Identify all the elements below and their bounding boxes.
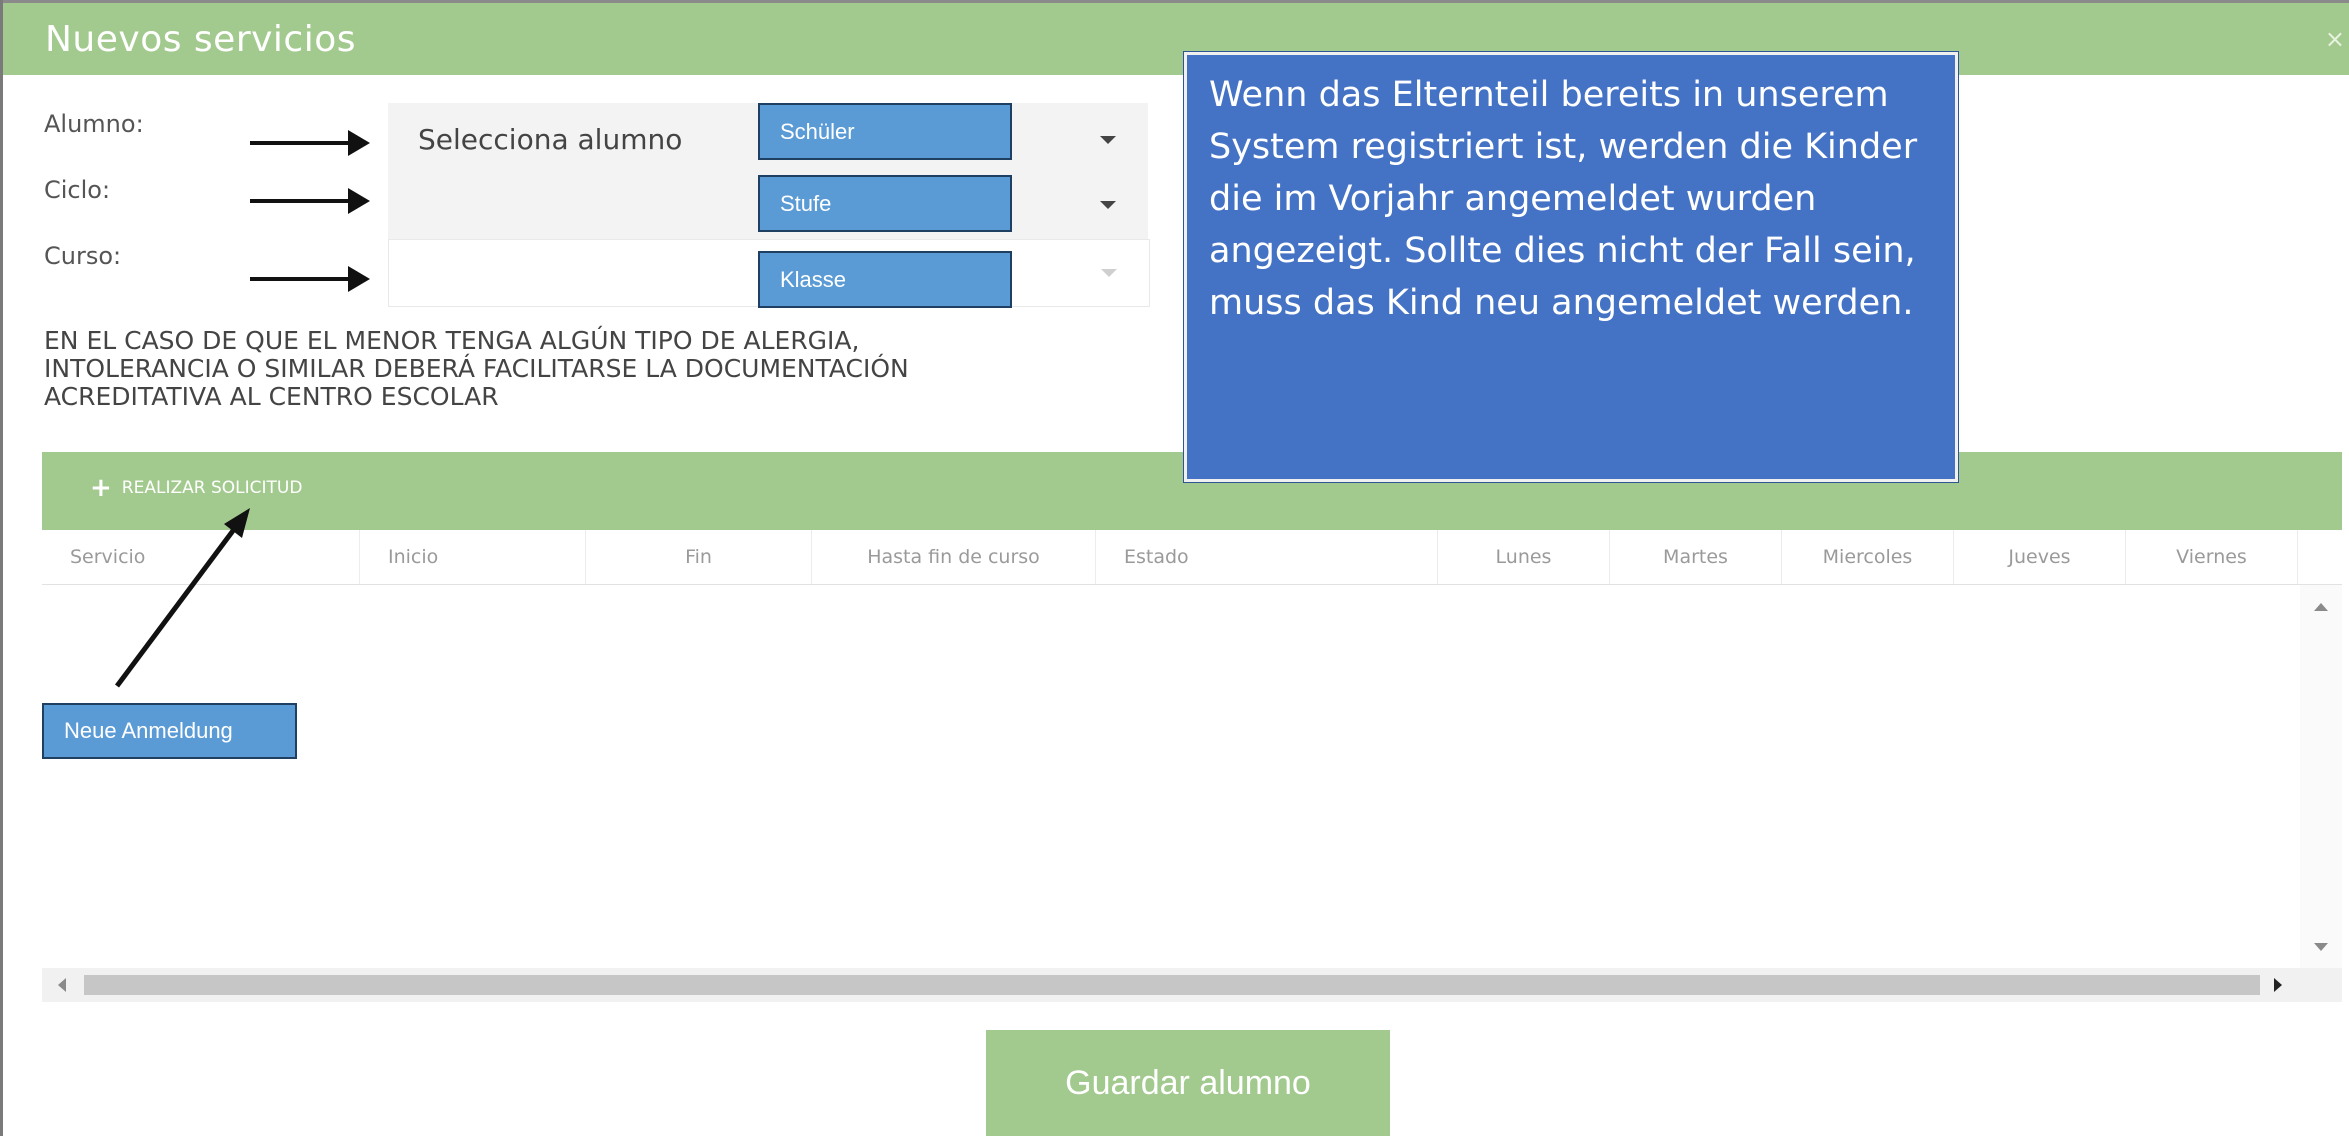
add-request-label: REALIZAR SOLICITUD bbox=[121, 478, 303, 498]
callout-new-registration: Neue Anmeldung bbox=[42, 703, 297, 759]
column-header[interactable]: Inicio bbox=[360, 530, 586, 584]
scroll-right-icon[interactable] bbox=[2274, 978, 2282, 992]
close-icon[interactable]: × bbox=[2325, 25, 2345, 53]
student-arrow bbox=[250, 130, 370, 156]
callout-student: Schüler bbox=[758, 103, 1012, 160]
column-header[interactable]: Hasta fin de curso bbox=[812, 530, 1096, 584]
scroll-down-icon[interactable] bbox=[2314, 943, 2328, 951]
dialog-title: Nuevos servicios bbox=[45, 19, 357, 60]
column-header[interactable]: Estado bbox=[1096, 530, 1438, 584]
callout-course: Klasse bbox=[758, 251, 1012, 308]
vertical-scrollbar[interactable] bbox=[2300, 585, 2342, 969]
annotation-arrow bbox=[114, 508, 250, 688]
cycle-label: Ciclo: bbox=[44, 176, 111, 204]
table-body bbox=[42, 585, 2300, 965]
scroll-left-icon[interactable] bbox=[58, 978, 66, 992]
column-header[interactable]: Lunes bbox=[1438, 530, 1610, 584]
info-callout: Wenn das Elternteil bereits in unserem S… bbox=[1184, 52, 1958, 482]
table-header: Servicio Inicio Fin Hasta fin de curso E… bbox=[42, 530, 2342, 585]
dialog-header: Nuevos servicios × bbox=[3, 3, 2349, 75]
scroll-up-icon[interactable] bbox=[2314, 603, 2328, 611]
column-header[interactable]: Viernes bbox=[2126, 530, 2298, 584]
chevron-down-icon bbox=[1100, 201, 1116, 209]
warning-line: EN EL CASO DE QUE EL MENOR TENGA ALGÚN T… bbox=[44, 326, 860, 355]
callout-cycle: Stufe bbox=[758, 175, 1012, 232]
horizontal-scrollbar[interactable] bbox=[42, 968, 2342, 1002]
warning-line: ACREDITATIVA AL CENTRO ESCOLAR bbox=[44, 382, 499, 411]
column-header[interactable]: Miercoles bbox=[1782, 530, 1954, 584]
student-select-value: Selecciona alumno bbox=[418, 123, 683, 156]
chevron-down-icon bbox=[1101, 269, 1117, 277]
chevron-down-icon bbox=[1100, 136, 1116, 144]
allergy-warning: EN EL CASO DE QUE EL MENOR TENGA ALGÚN T… bbox=[44, 327, 1244, 411]
scrollbar-thumb[interactable] bbox=[84, 975, 2260, 995]
course-label: Curso: bbox=[44, 242, 122, 270]
warning-line: INTOLERANCIA O SIMILAR DEBERÁ FACILITARS… bbox=[44, 354, 909, 383]
column-header[interactable]: Jueves bbox=[1954, 530, 2126, 584]
student-label: Alumno: bbox=[44, 110, 144, 138]
add-request-button[interactable]: + REALIZAR SOLICITUD bbox=[90, 473, 303, 503]
window-left-border bbox=[0, 0, 3, 1136]
column-header[interactable]: Fin bbox=[586, 530, 812, 584]
plus-icon: + bbox=[90, 473, 112, 503]
cycle-arrow bbox=[250, 188, 370, 214]
save-student-button[interactable]: Guardar alumno bbox=[986, 1030, 1390, 1136]
column-header[interactable]: Martes bbox=[1610, 530, 1782, 584]
course-arrow bbox=[250, 266, 370, 292]
